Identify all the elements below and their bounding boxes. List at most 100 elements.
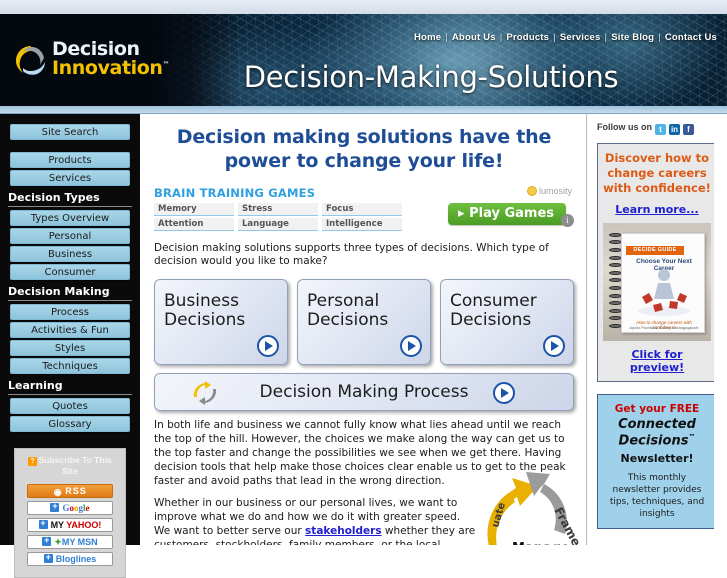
arrow-right-icon xyxy=(400,335,422,358)
decision-box-label: Personal Decisions xyxy=(307,291,389,331)
left-sidebar: Site Search Products Services Decision Ty… xyxy=(0,114,140,578)
arrow-right-icon xyxy=(543,335,565,358)
follow-us-row: Follow us on t in f xyxy=(597,122,727,135)
ebook-cover-image[interactable]: DECIDE GUIDE Choose Your Next Career How… xyxy=(603,222,711,341)
sidebar-item-consumer[interactable]: Consumer xyxy=(10,264,130,280)
sidebar-item-business[interactable]: Business xyxy=(10,246,130,262)
ad-column-2: Stress Language xyxy=(238,202,318,233)
site-logo[interactable]: Decision Innovation™ xyxy=(14,39,174,84)
subscribe-rss-button[interactable]: ◉ RSS xyxy=(27,483,113,498)
topnav-item-site-blog[interactable]: Site Blog xyxy=(611,32,654,43)
wheel-label-manage: Manage xyxy=(512,541,570,545)
ebook-band-label: DECIDE GUIDE xyxy=(626,245,684,255)
personal-decisions-box[interactable]: Personal Decisions xyxy=(297,279,431,366)
ad-cell-stress[interactable]: Stress xyxy=(238,202,318,216)
decision-making-process-bar[interactable]: Decision Making Process xyxy=(154,373,574,412)
ad-cell-memory[interactable]: Memory xyxy=(154,202,234,216)
subscribe-buttons: ◉RSS Google MY YAHOO! ✦MY MSN Bloglines xyxy=(21,483,119,566)
ad-info-icon[interactable]: i xyxy=(561,213,574,227)
plus-icon xyxy=(50,502,60,512)
ad-title: BRAIN TRAINING GAMES xyxy=(154,185,316,200)
follow-us-label: Follow us on xyxy=(597,122,652,132)
top-navigation[interactable]: Home | About Us | Products | Services | Site Blo… xyxy=(414,32,717,43)
page-body: Site Search Products Services Decision Ty… xyxy=(0,114,727,578)
sidebar-group-top: Site Search xyxy=(0,124,140,140)
decision-cycle-wheel-graphic: Frame uate Manage xyxy=(487,472,583,545)
sidebar-item-techniques[interactable]: Techniques xyxy=(10,358,130,374)
sidebar-item-process[interactable]: Process xyxy=(10,304,130,320)
sidebar-item-glossary[interactable]: Glossary xyxy=(10,416,130,432)
ad-cell-language[interactable]: Language xyxy=(238,217,318,231)
sidebar-heading-decision-types: Decision Types xyxy=(8,191,132,207)
ad-cell-attention[interactable]: Attention xyxy=(154,217,234,231)
topnav-separator: | xyxy=(658,32,661,43)
sidebar-heading-decision-making: Decision Making xyxy=(8,285,132,301)
ad-column-3: Focus Intelligence xyxy=(322,202,402,233)
newsletter-line-3: Newsletter! xyxy=(620,451,694,465)
page-title: Decision making solutions have the power… xyxy=(176,126,552,172)
ebook-authors-text: Apollo Pachikara & Gary Gachagogaloch xyxy=(629,325,699,330)
facebook-icon[interactable]: f xyxy=(683,124,694,135)
social-icons: t in f xyxy=(652,122,694,135)
sidebar-item-services[interactable]: Services xyxy=(10,170,130,186)
sidebar-item-personal[interactable]: Personal xyxy=(10,228,130,244)
linkedin-icon[interactable]: in xyxy=(669,124,680,135)
topnav-separator: | xyxy=(499,32,503,43)
ebook-figure-illustration xyxy=(638,268,690,316)
logo-trademark: ™ xyxy=(162,61,170,70)
subscribe-my-msn-button[interactable]: ✦MY MSN xyxy=(27,534,113,549)
ad-cell-intelligence[interactable]: Intelligence xyxy=(322,217,402,231)
sidebar-item-activities-fun[interactable]: Activities & Fun xyxy=(10,322,130,338)
lumosity-logo-icon xyxy=(526,185,537,196)
subscribe-help-icon[interactable]: ? xyxy=(28,457,37,467)
banner-title: Decision-Making-Solutions xyxy=(243,60,619,94)
lumosity-ad[interactable]: BRAIN TRAINING GAMES Memory Attention Stre… xyxy=(154,185,574,234)
subscribe-title-text: Subscribe To This Site xyxy=(38,455,112,477)
business-decisions-box[interactable]: Business Decisions xyxy=(154,279,288,366)
page-right-gutter xyxy=(714,114,727,545)
subscribe-bloglines-button[interactable]: Bloglines xyxy=(27,551,113,566)
logo-line-2: Innovation™ xyxy=(52,57,170,80)
sidebar-item-site-search[interactable]: Site Search xyxy=(10,124,130,140)
subscribe-my-yahoo-button[interactable]: MY YAHOO! xyxy=(27,517,113,532)
ad-cell-focus[interactable]: Focus xyxy=(322,202,402,216)
topnav-item-contact-us[interactable]: Contact Us xyxy=(665,32,717,43)
sidebar-item-styles[interactable]: Styles xyxy=(10,340,130,356)
bloglines-wordmark: Bloglines xyxy=(55,553,97,564)
main-content: Decision making solutions have the power… xyxy=(142,114,586,545)
learn-more-link[interactable]: Learn more... xyxy=(603,203,711,216)
left-sidebar-content: Site Search Products Services Decision Ty… xyxy=(0,114,140,578)
paragraph-2: Whether in our business or our personal … xyxy=(154,497,476,545)
topnav-item-about-us[interactable]: About Us xyxy=(452,32,496,43)
my-label: MY xyxy=(50,519,67,530)
topnav-item-home[interactable]: Home xyxy=(414,32,441,43)
right-sidebar: Follow us on t in f Discover how to change … xyxy=(586,114,727,545)
ebook-front-cover: DECIDE GUIDE Choose Your Next Career How… xyxy=(621,232,705,333)
click-for-preview-link[interactable]: Click for preview! xyxy=(603,348,711,374)
google-wordmark: Google xyxy=(62,502,90,513)
sidebar-sections: Decision Types Types Overview Personal Busi… xyxy=(0,191,140,432)
topnav-separator: | xyxy=(553,32,556,43)
decision-type-boxes: Business Decisions Personal Decisions Cons… xyxy=(154,279,574,366)
wheel-label-evaluate: uate xyxy=(490,501,508,529)
subscribe-title: ? Subscribe To This Site xyxy=(21,455,119,478)
sidebar-item-types-overview[interactable]: Types Overview xyxy=(10,210,130,226)
play-games-button[interactable]: ▸ Play Games xyxy=(448,202,566,225)
consumer-decisions-box[interactable]: Consumer Decisions xyxy=(440,279,574,366)
decision-box-label: Consumer Decisions xyxy=(450,291,537,331)
lumosity-brand-text: lumosity xyxy=(538,185,572,196)
sidebar-heading-learning: Learning xyxy=(8,379,132,395)
topnav-item-products[interactable]: Products xyxy=(506,32,549,43)
stakeholders-link[interactable]: stakeholders xyxy=(305,525,382,537)
lumosity-brand: lumosity xyxy=(526,185,572,196)
twitter-icon[interactable]: t xyxy=(655,124,666,135)
sidebar-item-products[interactable]: Products xyxy=(10,152,130,168)
newsletter-line-2: Connected Decisions™ xyxy=(618,416,696,449)
subscribe-google-button[interactable]: Google xyxy=(27,500,113,515)
site-banner: Decision Innovation™ Decision-Making-Sol… xyxy=(0,14,727,106)
topnav-item-services[interactable]: Services xyxy=(560,32,601,43)
newsletter-box: Get your FREE Connected Decisions™ Newsl… xyxy=(597,393,717,530)
sidebar-item-quotes[interactable]: Quotes xyxy=(10,398,130,414)
browser-top-strip xyxy=(0,0,727,14)
